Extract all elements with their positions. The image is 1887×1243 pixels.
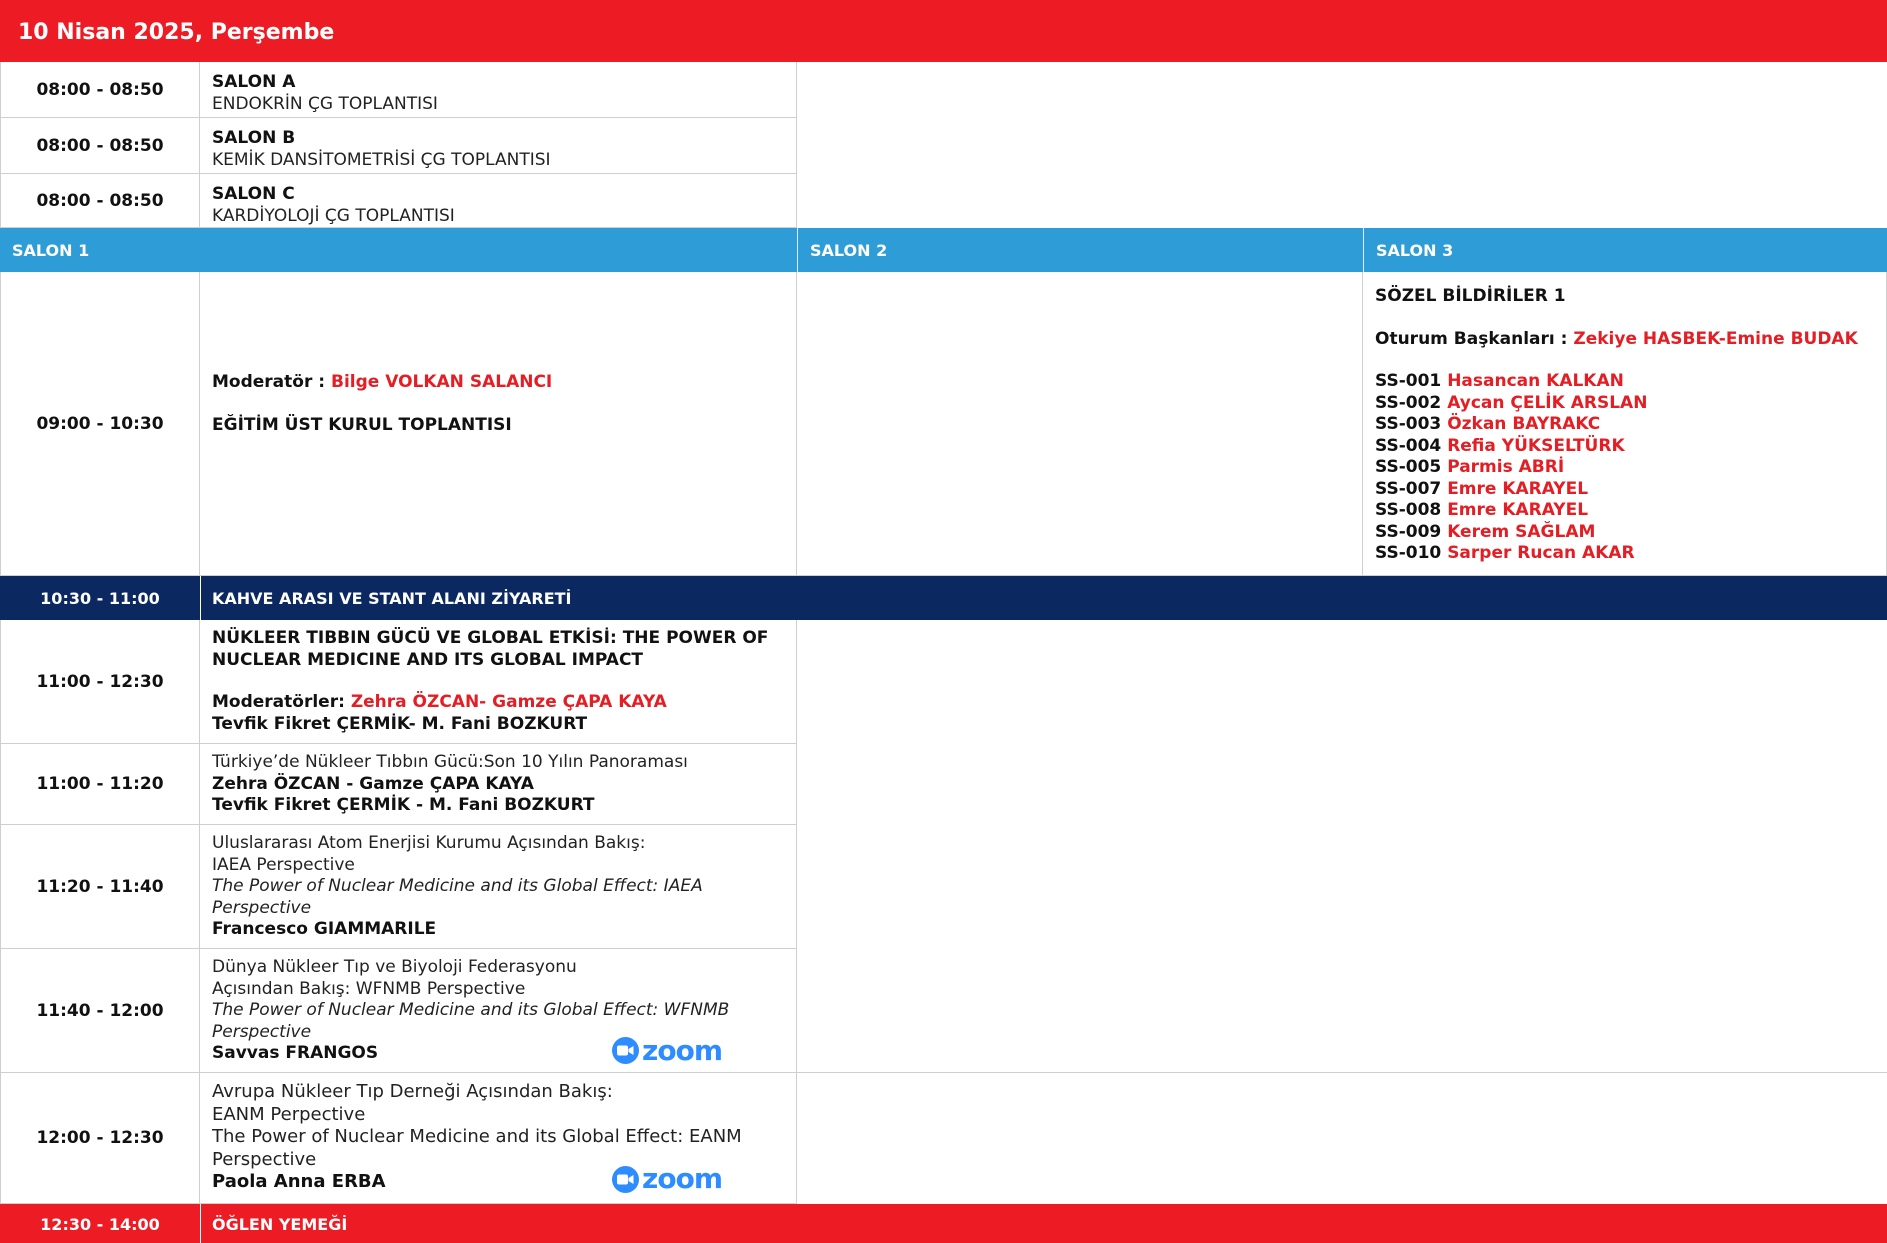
coffee-title: KAHVE ARASI VE STANT ALANI ZİYARETİ [212,589,572,608]
talk-info: Türkiye’de Nükleer Tıbbın Gücü:Son 10 Yı… [200,744,797,825]
session-title: NUCLEAR MEDICINE AND ITS GLOBAL IMPACT [212,649,644,670]
talk-time: 11:00 - 11:20 [0,744,200,825]
talk-title: IAEA Perspective [212,854,355,875]
chairs-line: Oturum Başkanları : Zekiye HASBEK-Emine … [1375,328,1858,349]
session-1100-info: NÜKLEER TIBBIN GÜCÜ VE GLOBAL ETKİSİ: TH… [200,620,797,744]
early-session-c: SALON C KARDİYOLOJİ ÇG TOPLANTISI [200,174,797,228]
zoom-logo: zoom [612,1162,723,1196]
salon-2-header: SALON 2 [810,241,888,260]
early-time-c: 08:00 - 08:50 [0,174,200,228]
lunch-title: ÖĞLEN YEMEĞİ [212,1215,348,1234]
talk-time: 12:00 - 12:30 [0,1073,200,1204]
paper-item: SS-005 Parmis ABRİ [1375,457,1565,477]
talk-info: Avrupa Nükleer Tıp Derneği Açısından Bak… [200,1073,797,1204]
lunch-row: 12:30 - 14:00 ÖĞLEN YEMEĞİ [0,1204,1887,1243]
zoom-camera-icon [612,1166,640,1193]
session-title: ENDOKRİN ÇG TOPLANTISI [212,93,438,114]
block-0900-salon1: Moderatör : Bilge VOLKAN SALANCI EĞİTİM … [200,272,797,576]
early-time-b: 08:00 - 08:50 [0,118,200,174]
talk-info: Dünya Nükleer Tıp ve Biyoloji Federasyon… [200,949,797,1073]
lunch-time: 12:30 - 14:00 [40,1215,160,1234]
paper-item: SS-001 Hasancan KALKAN [1375,371,1624,391]
moderators-names: Tevfik Fikret ÇERMİK- M. Fani BOZKURT [212,713,588,734]
date-title: 10 Nisan 2025, Perşembe [18,20,335,45]
session-title: EĞİTİM ÜST KURUL TOPLANTISI [212,414,512,435]
block-0900-time: 09:00 - 10:30 [0,272,200,576]
talk-english-title: The Power of Nuclear Medicine and its Gl… [212,1000,730,1020]
date-header: 10 Nisan 2025, Perşembe [0,0,1887,62]
coffee-time: 10:30 - 11:00 [40,589,160,608]
session-title: KARDİYOLOJİ ÇG TOPLANTISI [212,205,455,226]
early-session-b: SALON B KEMİK DANSİTOMETRİSİ ÇG TOPLANTI… [200,118,797,174]
moderators-names: Zehra ÖZCAN- Gamze ÇAPA KAYA [350,692,667,712]
talk-speaker: Zehra ÖZCAN - Gamze ÇAPA KAYA [212,773,534,794]
coffee-divider [200,576,201,620]
coffee-break-row: 10:30 - 11:00 KAHVE ARASI VE STANT ALANI… [0,576,1887,620]
paper-item: SS-009 Kerem SAĞLAM [1375,521,1596,542]
block-0900-salon3: SÖZEL BİLDİRİLER 1 Oturum Başkanları : Z… [1363,272,1887,576]
salon-3-header: SALON 3 [1376,241,1454,260]
lunch-divider [200,1204,201,1243]
paper-item: SS-010 Sarper Rucan AKAR [1375,543,1635,563]
session-title: KEMİK DANSİTOMETRİSİ ÇG TOPLANTISI [212,149,551,170]
oral-session-title: SÖZEL BİLDİRİLER 1 [1375,286,1566,306]
talk-title: Dünya Nükleer Tıp ve Biyoloji Federasyon… [212,957,577,977]
moderators-line: Moderatörler: Zehra ÖZCAN- Gamze ÇAPA KA… [212,692,667,712]
talk-english-title: The Power of Nuclear Medicine and its Gl… [212,1126,742,1147]
paper-item: SS-004 Refia YÜKSELTÜRK [1375,435,1625,456]
zoom-wordmark: zoom [642,1162,723,1196]
talk-title: EANM Perpective [212,1103,366,1125]
salon-label: SALON C [212,184,295,204]
talk-english-title: Perspective [212,897,312,918]
paper-item: SS-002 Aycan ÇELİK ARSLAN [1375,392,1648,413]
session-1100-time: 11:00 - 12:30 [0,620,200,744]
salon-label: SALON A [212,72,296,92]
zoom-camera-icon [612,1037,640,1064]
paper-item: SS-003 Özkan BAYRAKC [1375,414,1601,434]
paper-item: SS-008 Emre KARAYEL [1375,500,1589,520]
salon-label: SALON B [212,128,296,148]
block-0900-salon2 [797,272,1363,576]
moderator-line: Moderatör : Bilge VOLKAN SALANCI [212,372,553,392]
session-title: NÜKLEER TIBBIN GÜCÜ VE GLOBAL ETKİSİ: TH… [212,628,769,648]
talk-title: Avrupa Nükleer Tıp Derneği Açısından Bak… [212,1081,613,1102]
salon-1-header: SALON 1 [12,241,90,260]
talk-time: 11:20 - 11:40 [0,825,200,949]
zoom-logo: zoom [612,1033,723,1067]
paper-list: SS-001 Hasancan KALKAN SS-002 Aycan ÇELİ… [1375,371,1874,565]
moderator-name: Bilge VOLKAN SALANCI [330,372,553,392]
talk-info: Uluslararası Atom Enerjisi Kurumu Açısın… [200,825,797,949]
talk-time: 11:40 - 12:00 [0,949,200,1073]
grid-line [797,1072,1887,1073]
talk-title: Türkiye’de Nükleer Tıbbın Gücü:Son 10 Yı… [212,752,688,772]
early-session-a: SALON A ENDOKRİN ÇG TOPLANTISI [200,62,797,118]
talk-speaker: Tevfik Fikret ÇERMİK - M. Fani BOZKURT [212,795,595,815]
salon-divider [797,228,798,272]
early-time-a: 08:00 - 08:50 [0,62,200,118]
talk-speaker: Francesco GIAMMARILE [212,919,437,939]
zoom-wordmark: zoom [642,1033,723,1067]
talk-title: Açısından Bakış: WFNMB Perspective [212,978,526,999]
salon-divider [1363,228,1364,272]
paper-item: SS-007 Emre KARAYEL [1375,478,1589,499]
talk-english-title: The Power of Nuclear Medicine and its Gl… [212,876,703,896]
chairs-names: Zekiye HASBEK-Emine BUDAK [1573,328,1858,349]
salon-header-row: SALON 1 SALON 2 SALON 3 [0,228,1887,272]
talk-title: Uluslararası Atom Enerjisi Kurumu Açısın… [212,833,646,853]
